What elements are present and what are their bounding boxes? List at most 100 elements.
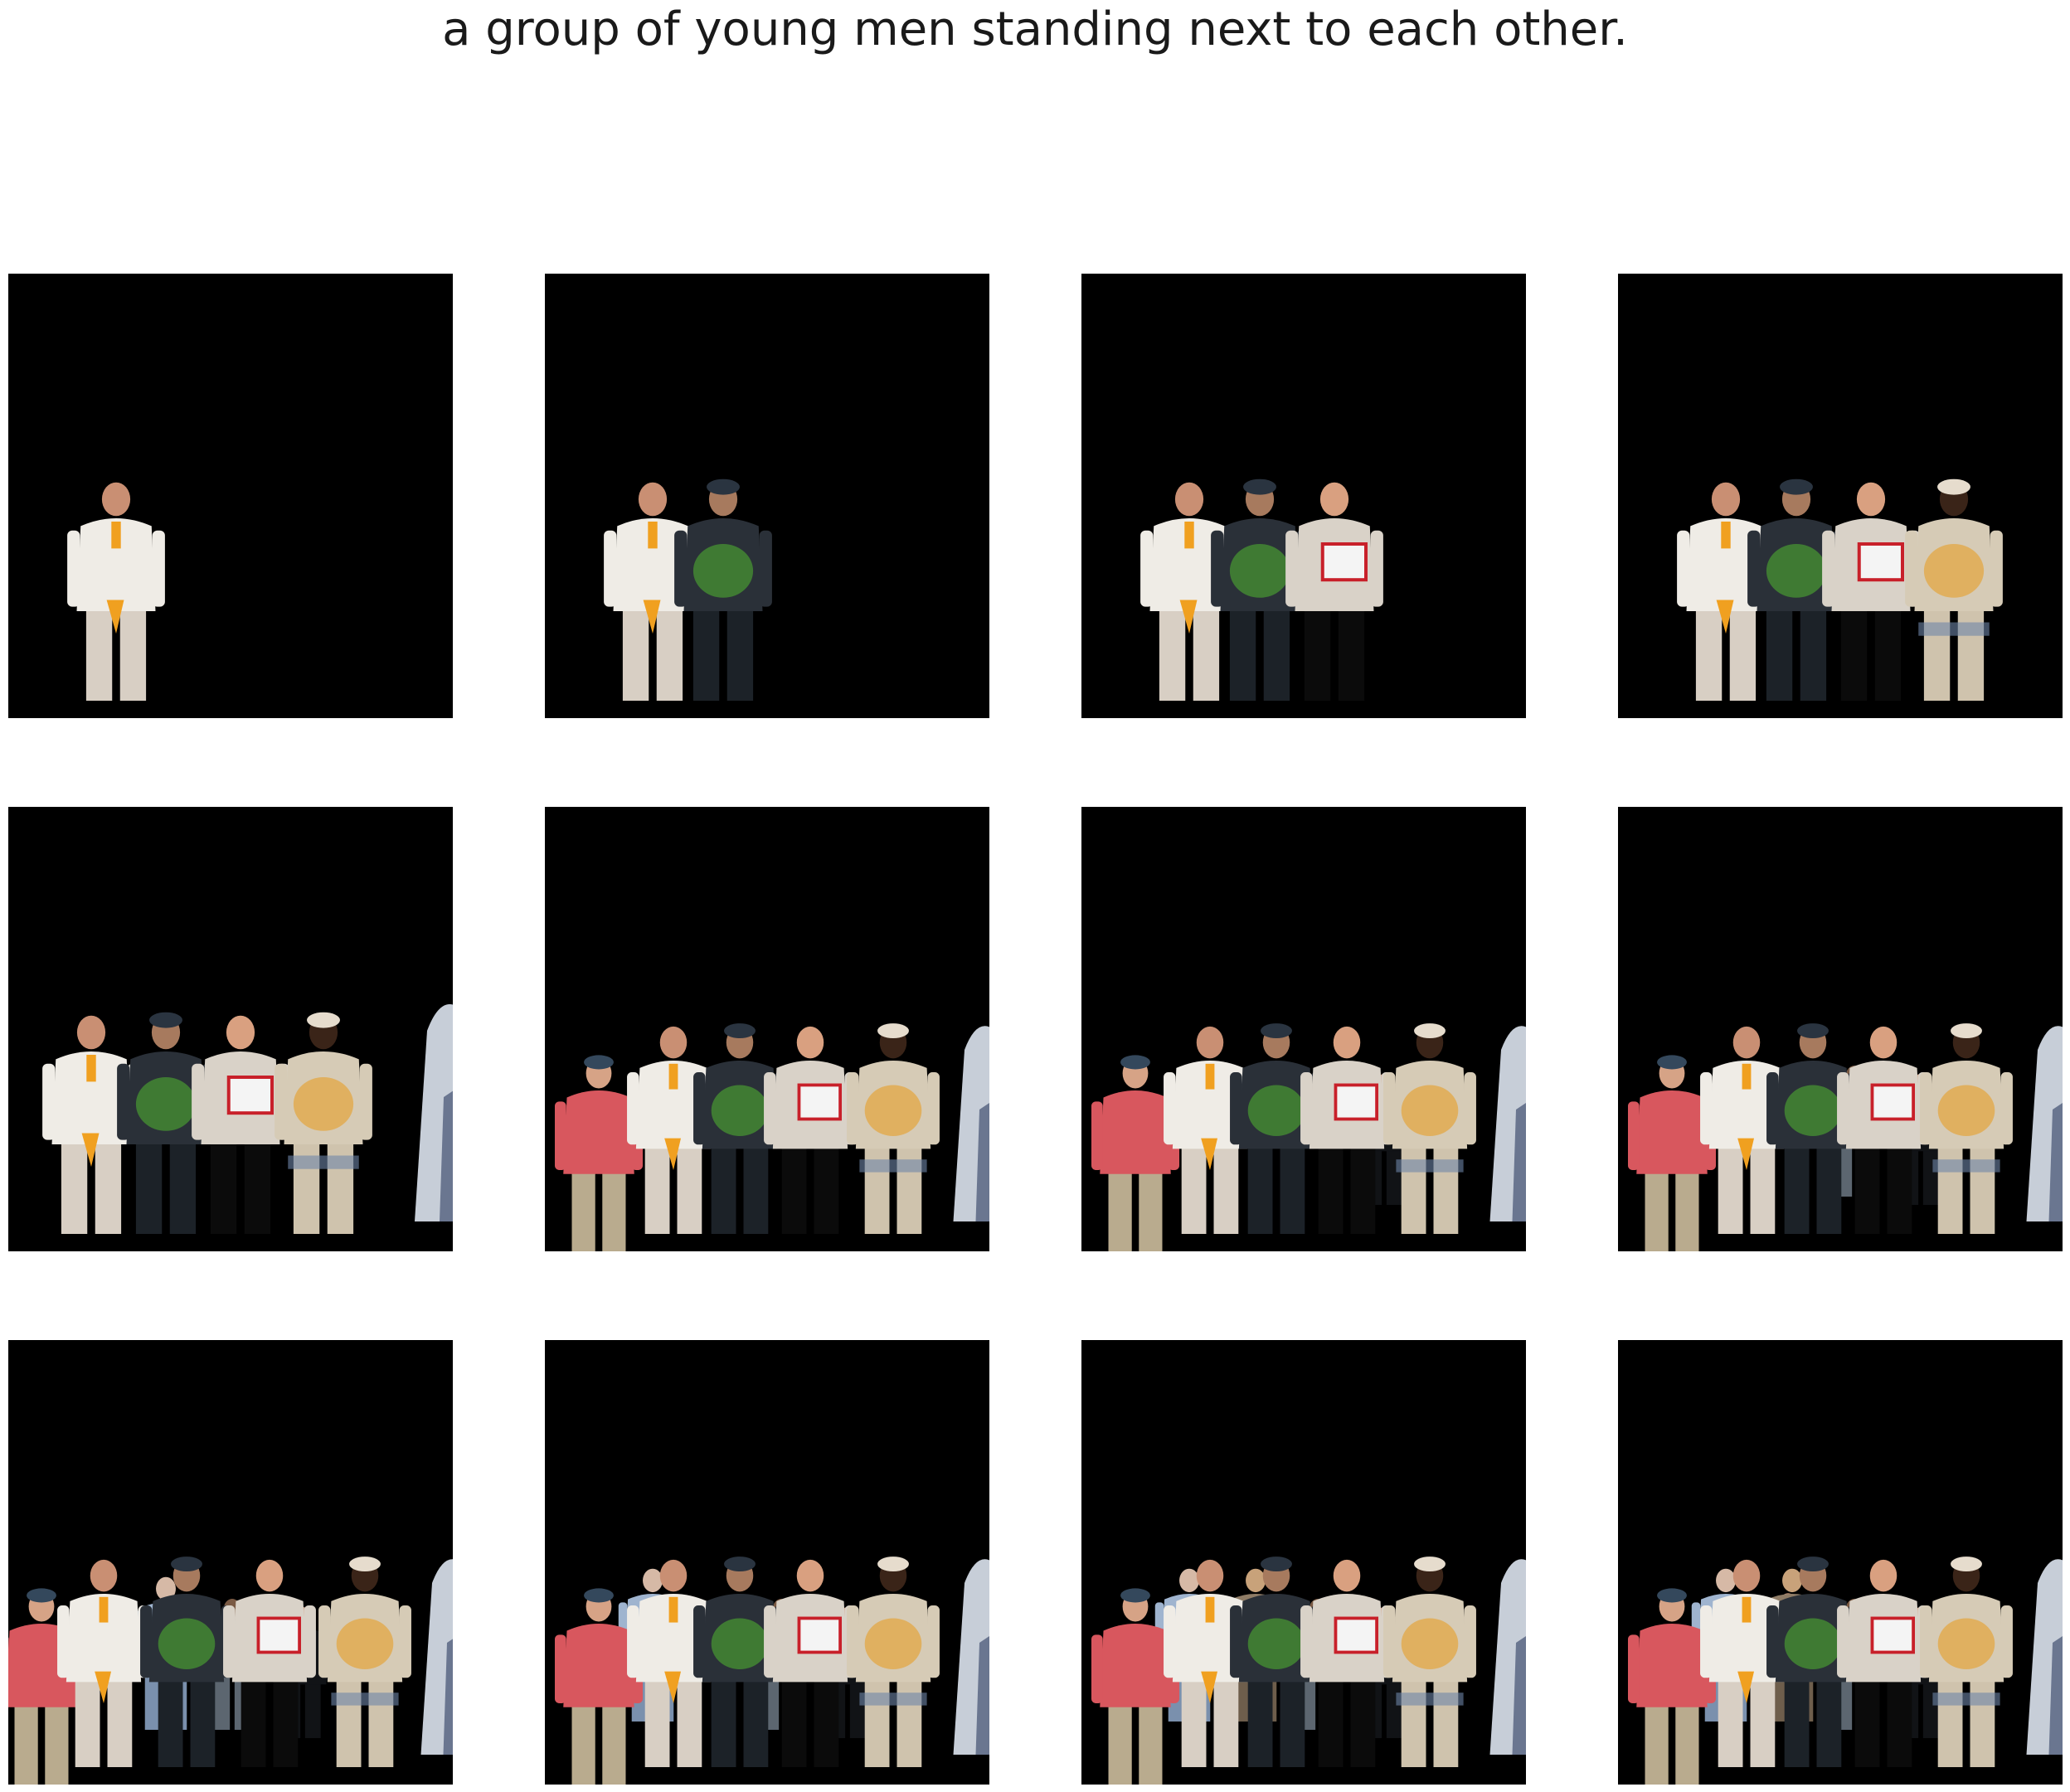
figure-right-leg — [169, 1139, 197, 1234]
figure-left-arm — [1837, 1072, 1849, 1145]
figure-left-leg — [1718, 1678, 1743, 1767]
figure-left-leg — [75, 1678, 100, 1767]
figure-left-arm — [1905, 530, 1918, 607]
figure-right-arm — [1990, 530, 2003, 607]
figure-held-bundle — [1766, 544, 1827, 598]
man-holding-whiteboard-sign-cutout — [1285, 482, 1383, 701]
figure-left-leg — [1718, 1144, 1743, 1234]
figure-left-arm — [1383, 1605, 1396, 1678]
figure-torso — [1100, 1623, 1171, 1707]
figure-right-leg — [1386, 1148, 1402, 1205]
figure-left-leg — [1108, 1169, 1132, 1251]
figure-left-leg — [864, 1678, 890, 1767]
figure-right-leg — [1433, 1144, 1459, 1234]
figure-left-leg — [1401, 1678, 1426, 1767]
figure-dress-pattern — [1396, 1159, 1464, 1173]
figure-left-arm — [1285, 530, 1299, 607]
figure-right-leg — [677, 1144, 702, 1234]
figure-held-bundle — [293, 1077, 354, 1131]
figure-headwear — [1261, 1556, 1292, 1572]
figure-right-leg — [1970, 1144, 1995, 1234]
partial-figure-right-edge-cutout — [420, 1559, 453, 1755]
figure-right-arm — [2000, 1072, 2013, 1145]
figure-held-bundle — [336, 1618, 394, 1670]
frame-panel — [8, 807, 453, 1251]
figure-left-leg — [1247, 1144, 1273, 1234]
figure-right-arm — [2000, 1605, 2013, 1678]
figure-whiteboard — [1870, 1083, 1915, 1121]
figure-head — [1179, 1568, 1199, 1593]
figure-right-arm — [927, 1072, 940, 1145]
figure-right-leg — [1750, 1144, 1776, 1234]
figure-head — [659, 1559, 688, 1592]
figure-shirt-accent — [1205, 1596, 1215, 1623]
figure-right-leg — [677, 1678, 702, 1767]
figure-right-leg — [1887, 1678, 1912, 1767]
man-dark-jacket-holding-greens-cutout — [674, 478, 772, 701]
figure-held-bundle — [158, 1618, 216, 1670]
figure-left-leg — [571, 1169, 595, 1251]
figure-right-leg — [1139, 1169, 1163, 1251]
figure-right-leg — [849, 1681, 866, 1738]
figure-shirt-accent — [1184, 522, 1194, 549]
figure-headwear — [1797, 1556, 1829, 1572]
figure-left-arm — [42, 1063, 56, 1140]
figure-headwear — [1780, 478, 1813, 495]
figure-right-leg — [1887, 1144, 1912, 1234]
figure-headwear — [307, 1012, 340, 1028]
figure-left-leg — [1645, 1702, 1669, 1785]
frame-panel — [1081, 274, 1526, 718]
figure-left-arm — [1230, 1605, 1242, 1678]
frame-canvas — [554, 1023, 989, 1251]
figure-left-arm — [554, 1101, 566, 1170]
figure-held-bundle — [1784, 1618, 1842, 1670]
figure-left-arm — [1211, 530, 1224, 607]
figure-left-leg — [241, 1678, 266, 1767]
figure-headwear — [724, 1023, 756, 1039]
figure-whiteboard — [1870, 1616, 1915, 1654]
woman-patterned-dress-headwrap-cutout — [1905, 478, 2003, 701]
figure-headwear — [1657, 1055, 1687, 1070]
figure-headwear — [877, 1023, 909, 1039]
figure-left-leg — [1318, 1678, 1344, 1767]
figure-left-arm — [764, 1072, 776, 1145]
figure-whiteboard — [797, 1616, 842, 1654]
figure-headwear — [1120, 1055, 1150, 1070]
figure-right-leg — [45, 1702, 69, 1785]
frame-panel — [1618, 1340, 2063, 1785]
figure-dress-pattern — [859, 1159, 927, 1173]
figure-head — [1333, 1026, 1361, 1059]
frame-canvas — [42, 1004, 453, 1234]
figure-right-leg — [1350, 1144, 1376, 1234]
figure-headwear — [1261, 1023, 1292, 1039]
frame-canvas — [554, 1556, 989, 1785]
figure-left-arm — [1230, 1072, 1242, 1145]
figure-headwear — [1243, 478, 1276, 495]
figure-left-leg — [864, 1144, 890, 1234]
figure-left-leg — [1108, 1702, 1132, 1785]
frame-canvas — [1677, 478, 2003, 701]
figure-left-leg — [781, 1144, 807, 1234]
figure-headwear — [27, 1588, 56, 1603]
figure-held-bundle — [1247, 1618, 1305, 1670]
figure-left-arm — [1920, 1605, 1932, 1678]
figure-left-leg — [1247, 1678, 1273, 1767]
frame-canvas — [604, 478, 772, 701]
frame-panel — [545, 807, 989, 1251]
figure-held-bundle — [692, 544, 754, 598]
figure-right-leg — [1139, 1702, 1163, 1785]
figure-shirt-accent — [1205, 1063, 1215, 1090]
figure-right-arm — [1464, 1072, 1476, 1145]
figure-left-arm — [318, 1605, 331, 1678]
figure-whiteboard — [1857, 542, 1904, 582]
figure-left-leg — [158, 1678, 183, 1767]
figure-head — [1196, 1026, 1224, 1059]
man-holding-whiteboard-sign-cutout — [223, 1559, 316, 1767]
figure-left-leg — [135, 1139, 163, 1234]
figure-headwear — [1120, 1588, 1150, 1603]
figure-shirt-accent — [1742, 1596, 1752, 1623]
figure-right-leg — [1922, 1681, 1939, 1738]
figure-left-arm — [1164, 1605, 1176, 1678]
figure-held-bundle — [711, 1618, 769, 1670]
frame-panel — [545, 274, 989, 718]
